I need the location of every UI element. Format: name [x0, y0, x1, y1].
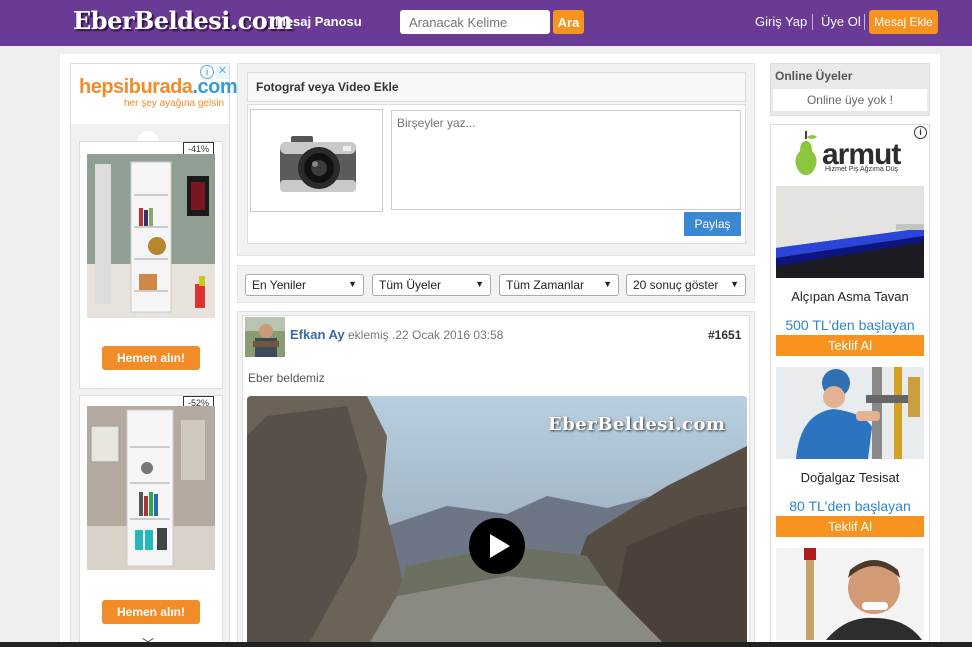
gas-service-image[interactable]	[776, 367, 924, 459]
ad-slogan: her şey ayağına gelsin	[124, 98, 225, 109]
ad-product-card[interactable]: -52% Hemen alın!	[79, 395, 223, 643]
bookshelf-image	[87, 154, 215, 318]
online-members-empty: Online üye yok !	[773, 89, 927, 111]
ad-brand: hepsiburada	[79, 76, 193, 98]
dropdown-caret-icon: ▼	[475, 279, 484, 289]
search-input[interactable]	[400, 10, 550, 34]
avatar[interactable]	[245, 317, 285, 357]
dropdown-caret-icon: ▼	[603, 279, 612, 289]
nav-message-board-link[interactable]: Mesaj Panosu	[275, 14, 362, 29]
post-meta: eklemiş .22 Ocak 2016 03:58	[348, 328, 504, 342]
members-select[interactable]: Tüm Üyeler ▼	[372, 274, 491, 296]
ad-info-icon[interactable]: i	[914, 126, 927, 139]
video-watermark: EberBeldesi.com	[548, 414, 726, 435]
members-select-value: Tüm Üyeler	[379, 278, 442, 292]
service-price: 80 TL'den başlayan	[789, 498, 911, 514]
bottom-bar	[0, 642, 972, 647]
results-count-select[interactable]: 20 sonuç göster ▼	[626, 274, 746, 296]
add-message-button[interactable]: Mesaj Ekle	[869, 10, 938, 34]
time-select-value: Tüm Zamanlar	[506, 278, 585, 292]
results-count-select-value: 20 sonuç göster	[633, 278, 719, 292]
buy-now-button[interactable]: Hemen alın!	[102, 346, 200, 370]
ad-product-card[interactable]: -41% Hemen alın!	[79, 141, 223, 389]
site-logo[interactable]: EberBeldesi.com	[73, 6, 293, 35]
nav-divider	[812, 14, 813, 30]
post-text: Eber beldemiz	[248, 371, 325, 385]
search-button[interactable]: Ara	[553, 10, 584, 34]
camera-icon	[280, 136, 356, 192]
upload-panel-title: Fotograf veya Video Ekle	[256, 80, 399, 94]
ad-info-icon[interactable]: i	[200, 65, 214, 79]
buy-now-button[interactable]: Hemen alın!	[102, 600, 200, 624]
get-offer-button[interactable]: Teklif Al	[776, 516, 924, 537]
login-link[interactable]: Giriş Yap	[755, 14, 807, 29]
share-button[interactable]: Paylaş	[684, 212, 741, 236]
post-number[interactable]: #1651	[708, 328, 741, 342]
hepsiburada-logo: hepsiburada.com	[79, 76, 238, 99]
service-title: Doğalgaz Tesisat	[800, 470, 900, 485]
dropdown-caret-icon: ▼	[730, 279, 739, 289]
ceiling-service-image[interactable]	[776, 186, 924, 278]
sort-select[interactable]: En Yeniler ▼	[245, 274, 364, 296]
service-price: 500 TL'den başlayan	[785, 317, 915, 333]
painter-service-image[interactable]	[776, 548, 924, 640]
armut-slogan: Hizmet Piş Ağzıma Düş	[825, 166, 899, 173]
time-select[interactable]: Tüm Zamanlar ▼	[499, 274, 619, 296]
register-link[interactable]: Üye Ol	[821, 14, 861, 29]
ad-close-icon[interactable]: ✕	[216, 65, 229, 79]
post-textarea[interactable]	[391, 110, 741, 210]
upload-photo-button[interactable]	[250, 109, 383, 212]
sort-select-value: En Yeniler	[252, 278, 307, 292]
get-offer-button[interactable]: Teklif Al	[776, 335, 924, 356]
post-author-link[interactable]: Efkan Ay	[290, 327, 345, 342]
nav-divider	[864, 14, 865, 30]
dropdown-caret-icon: ▼	[348, 279, 357, 289]
bookshelf-image	[87, 406, 215, 570]
online-members-title: Online Üyeler	[775, 69, 853, 83]
pear-logo-icon	[795, 131, 817, 175]
service-title: Alçıpan Asma Tavan	[791, 289, 909, 304]
ad-brand-tld: .com	[192, 76, 238, 98]
play-icon[interactable]	[469, 518, 525, 574]
